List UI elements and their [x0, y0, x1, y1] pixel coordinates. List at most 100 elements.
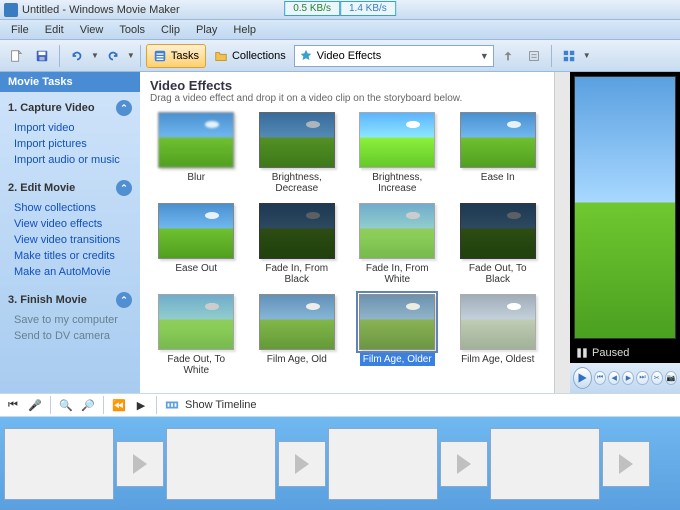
tasks-icon [153, 49, 167, 63]
menu-view[interactable]: View [73, 22, 111, 38]
effect-thumbnail [460, 294, 536, 350]
task-link[interactable]: Show collections [0, 200, 140, 216]
effect-label: Ease Out [172, 262, 220, 275]
menu-edit[interactable]: Edit [38, 22, 71, 38]
menubar: FileEditViewToolsClipPlayHelp [0, 20, 680, 40]
arrow-icon [133, 454, 147, 474]
task-link[interactable]: View video transitions [0, 232, 140, 248]
effect-thumbnail [460, 112, 536, 168]
task-link[interactable]: Make an AutoMovie [0, 264, 140, 280]
effect-item[interactable]: Fade In, From White [351, 201, 444, 288]
storyboard[interactable] [0, 417, 680, 510]
effect-item[interactable]: Blur [150, 110, 243, 197]
zoom-out-button[interactable]: 🔎 [79, 396, 97, 414]
snapshot-button[interactable]: 📷 [665, 371, 677, 385]
effect-thumbnail [359, 203, 435, 259]
effect-item[interactable]: Fade Out, To Black [452, 201, 545, 288]
chevron-down-icon: ▼ [480, 51, 489, 61]
effect-label: Film Age, Older [360, 353, 435, 366]
effect-item[interactable]: Film Age, Old [251, 292, 344, 379]
effect-item[interactable]: Brightness, Increase [351, 110, 444, 197]
effect-item[interactable]: Fade In, From Black [251, 201, 344, 288]
step-forward-button[interactable]: ▶ [622, 371, 634, 385]
window-title: Untitled - Windows Movie Maker [22, 4, 180, 16]
tasks-label: Tasks [171, 50, 199, 62]
collection-dropdown[interactable]: Video Effects ▼ [294, 45, 494, 67]
effect-thumbnail [158, 112, 234, 168]
effects-panel: Video Effects Drag a video effect and dr… [140, 72, 554, 393]
menu-tools[interactable]: Tools [112, 22, 152, 38]
transition-slot[interactable] [278, 441, 326, 487]
effect-thumbnail [259, 294, 335, 350]
rewind-timeline-button[interactable]: ⏮ [4, 396, 22, 414]
effect-label: Fade Out, To Black [454, 262, 543, 286]
forward-end-button[interactable]: ⏭ [636, 371, 648, 385]
menu-play[interactable]: Play [189, 22, 224, 38]
effect-item[interactable]: Ease Out [150, 201, 243, 288]
tasks-pane-header: Movie Tasks [0, 72, 140, 92]
effect-label: Blur [184, 171, 208, 184]
undo-button[interactable] [65, 44, 89, 68]
split-button[interactable]: ✂ [651, 371, 663, 385]
show-timeline-label[interactable]: Show Timeline [185, 399, 257, 411]
redo-button[interactable] [101, 44, 125, 68]
scrollbar[interactable] [554, 72, 570, 393]
collections-label: Collections [232, 50, 286, 62]
zoom-in-button[interactable]: 🔍 [57, 396, 75, 414]
arrow-icon [457, 454, 471, 474]
skip-back-button[interactable]: ⏪ [110, 396, 128, 414]
transition-slot[interactable] [440, 441, 488, 487]
effect-thumbnail [158, 294, 234, 350]
dropdown-value: Video Effects [317, 50, 381, 62]
effect-item[interactable]: Film Age, Older [351, 292, 444, 379]
effect-item[interactable]: Brightness, Decrease [251, 110, 344, 197]
collections-toggle[interactable]: Collections [208, 44, 292, 68]
section-title: 2. Edit Movie⌃ [0, 176, 140, 200]
rewind-start-button[interactable]: ⏮ [594, 371, 606, 385]
effect-thumbnail [259, 203, 335, 259]
network-speed: 0.5 KB/s 1.4 KB/s [284, 1, 396, 16]
effect-label: Ease In [478, 171, 518, 184]
transition-slot[interactable] [602, 441, 650, 487]
collapse-icon[interactable]: ⌃ [116, 292, 132, 308]
effect-item[interactable]: Fade Out, To White [150, 292, 243, 379]
task-link[interactable]: View video effects [0, 216, 140, 232]
task-link[interactable]: Send to DV camera [0, 328, 140, 344]
properties-button[interactable] [522, 44, 546, 68]
show-timeline-icon[interactable] [163, 396, 181, 414]
task-link[interactable]: Import audio or music [0, 152, 140, 168]
download-speed: 0.5 KB/s [284, 1, 340, 16]
play-timeline-button[interactable]: ▶ [132, 396, 150, 414]
collapse-icon[interactable]: ⌃ [116, 100, 132, 116]
clip-slot[interactable] [4, 428, 114, 500]
effect-item[interactable]: Ease In [452, 110, 545, 197]
transition-slot[interactable] [116, 441, 164, 487]
task-link[interactable]: Import pictures [0, 136, 140, 152]
tasks-toggle[interactable]: Tasks [146, 44, 206, 68]
collapse-icon[interactable]: ⌃ [116, 180, 132, 196]
effect-label: Film Age, Oldest [458, 353, 537, 366]
menu-clip[interactable]: Clip [154, 22, 187, 38]
effect-label: Fade In, From Black [253, 262, 342, 286]
play-button[interactable] [573, 367, 592, 389]
task-link[interactable]: Import video [0, 120, 140, 136]
toolbar: ▼ ▼ Tasks Collections Video Effects ▼ ▼ [0, 40, 680, 72]
task-link[interactable]: Make titles or credits [0, 248, 140, 264]
clip-slot[interactable] [166, 428, 276, 500]
view-button[interactable] [557, 44, 581, 68]
up-level-button[interactable] [496, 44, 520, 68]
menu-file[interactable]: File [4, 22, 36, 38]
effect-thumbnail [259, 112, 335, 168]
effect-label: Film Age, Old [264, 353, 330, 366]
clip-slot[interactable] [490, 428, 600, 500]
folder-icon [214, 49, 228, 63]
effect-item[interactable]: Film Age, Oldest [452, 292, 545, 379]
new-button[interactable] [4, 44, 28, 68]
task-link[interactable]: Save to my computer [0, 312, 140, 328]
save-button[interactable] [30, 44, 54, 68]
set-audio-button[interactable]: 🎤 [26, 396, 44, 414]
clip-slot[interactable] [328, 428, 438, 500]
menu-help[interactable]: Help [226, 22, 263, 38]
upload-speed: 1.4 KB/s [340, 1, 396, 16]
step-back-button[interactable]: ◀ [608, 371, 620, 385]
